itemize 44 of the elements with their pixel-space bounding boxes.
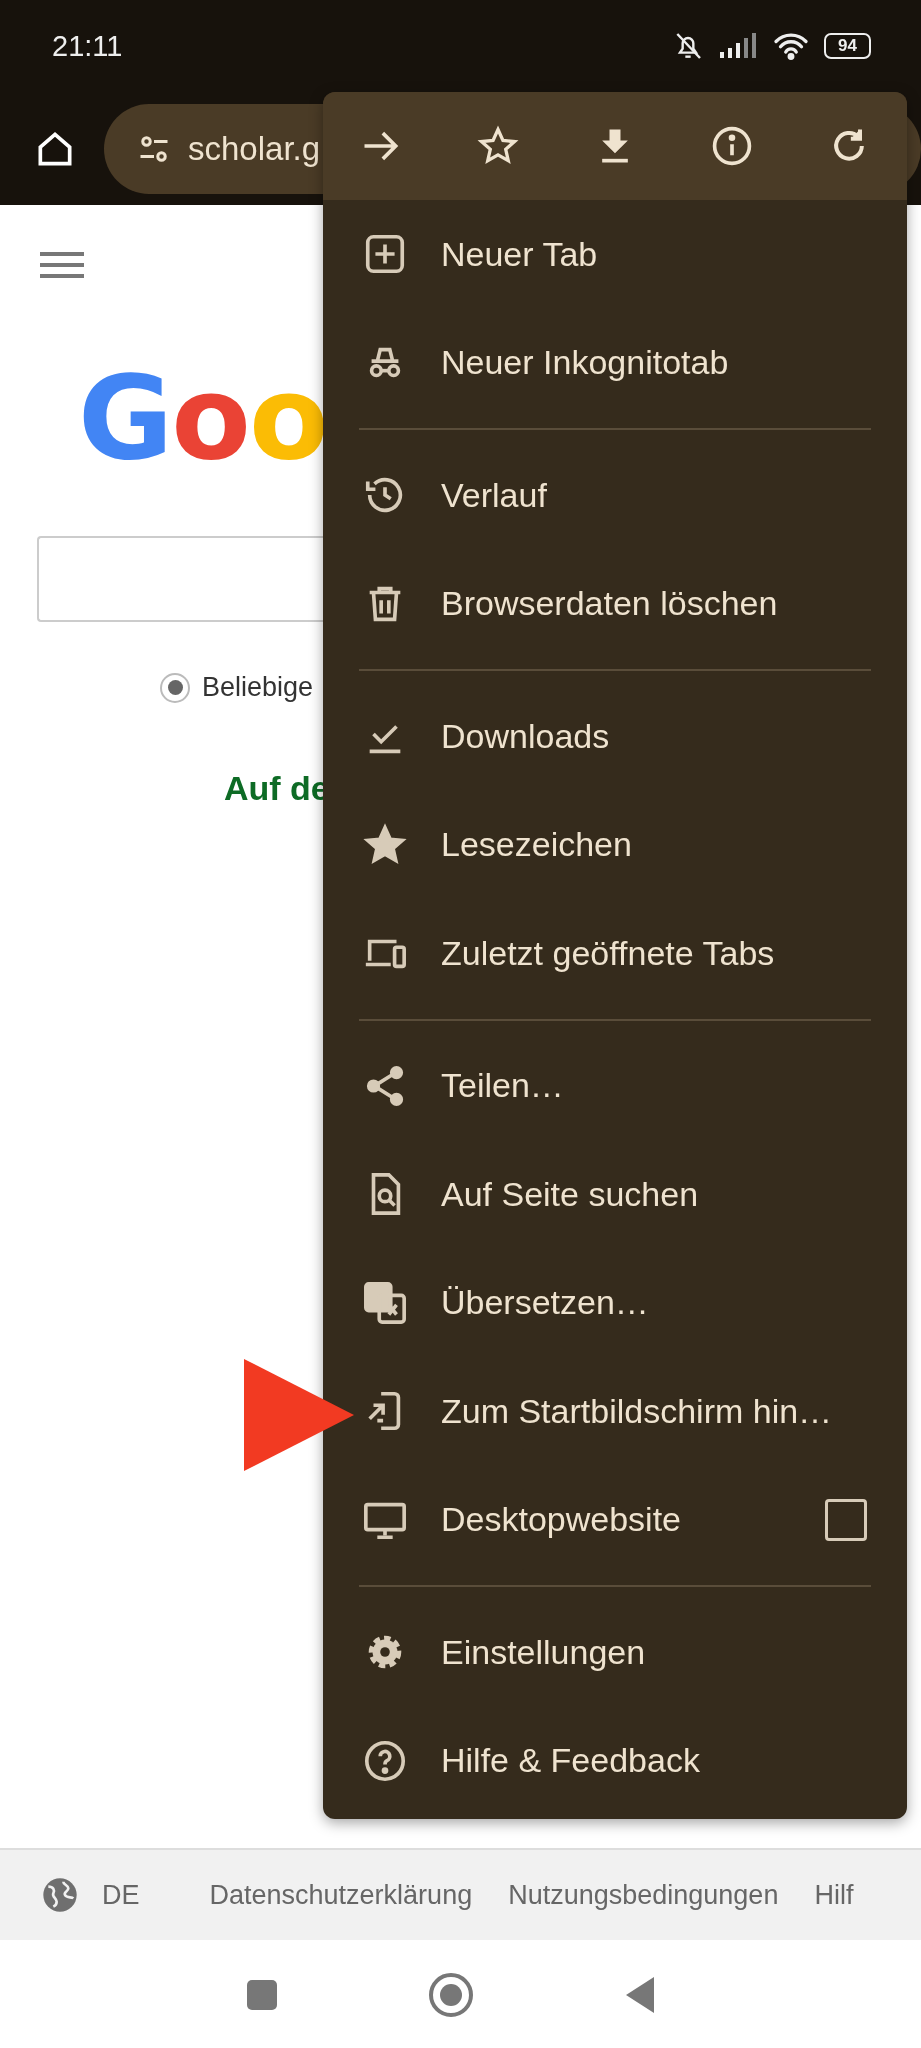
- menu-label: Neuer Inkognitotab: [441, 343, 730, 383]
- menu-label: Verlauf: [441, 475, 548, 515]
- menu-label: Zum Startbildschirm hin…: [441, 1391, 834, 1431]
- home-circle-icon[interactable]: [427, 1972, 474, 2018]
- menu-item[interactable]: Browserdaten löschen: [323, 549, 907, 658]
- menu-item[interactable]: Einstellungen: [323, 1598, 907, 1707]
- menu-item[interactable]: Downloads: [323, 682, 907, 791]
- menu-label: Übersetzen…: [441, 1283, 650, 1323]
- menu-item[interactable]: Teilen…: [323, 1031, 907, 1140]
- info-icon[interactable]: [710, 124, 754, 168]
- menu-label: Downloads: [441, 716, 611, 756]
- wifi-icon: [772, 31, 811, 61]
- radio-label: Beliebige: [202, 672, 314, 703]
- url-text: scholar.g: [188, 129, 321, 168]
- menu-item[interactable]: Auf Seite suchen: [323, 1140, 907, 1249]
- menu-item[interactable]: Übersetzen…: [323, 1248, 907, 1357]
- menu-label: Einstellungen: [441, 1632, 647, 1672]
- menu-label: Browserdaten löschen: [441, 584, 779, 624]
- footer-link[interactable]: Hilf: [814, 1879, 854, 1911]
- menu-label: Lesezeichen: [441, 825, 633, 865]
- radio-button[interactable]: [160, 672, 190, 703]
- menu-label: Zuletzt geöffnete Tabs: [441, 933, 776, 973]
- language-label[interactable]: DE: [102, 1879, 140, 1911]
- status-time: 21:11: [52, 29, 123, 63]
- signal-icon: [718, 32, 759, 60]
- menu-icon[interactable]: [40, 250, 84, 280]
- menu-item[interactable]: Lesezeichen: [323, 790, 907, 899]
- translate-icon: [362, 1279, 408, 1326]
- menu-label: Teilen…: [441, 1066, 565, 1106]
- globe-icon: [40, 1875, 80, 1915]
- checkbox[interactable]: [825, 1498, 867, 1541]
- menu-item[interactable]: Desktopwebsite: [323, 1465, 907, 1574]
- menu-item[interactable]: Neuer Tab: [323, 200, 907, 309]
- recents-icon[interactable]: [245, 1979, 278, 2011]
- battery-level: 94: [824, 33, 871, 59]
- menu-item[interactable]: Zuletzt geöffnete Tabs: [323, 899, 907, 1008]
- menu-item[interactable]: Hilfe & Feedback: [323, 1706, 907, 1815]
- menu-item[interactable]: Zum Startbildschirm hin…: [323, 1357, 907, 1466]
- menu-label: Desktopwebsite: [441, 1500, 682, 1540]
- menu-label: Neuer Tab: [441, 234, 599, 274]
- footer-link[interactable]: Datenschutzerklärung: [209, 1879, 473, 1911]
- menu-label: Hilfe & Feedback: [441, 1741, 701, 1781]
- menu-label: Auf Seite suchen: [441, 1174, 700, 1214]
- footer-link[interactable]: Nutzungsbedingungen: [508, 1879, 779, 1911]
